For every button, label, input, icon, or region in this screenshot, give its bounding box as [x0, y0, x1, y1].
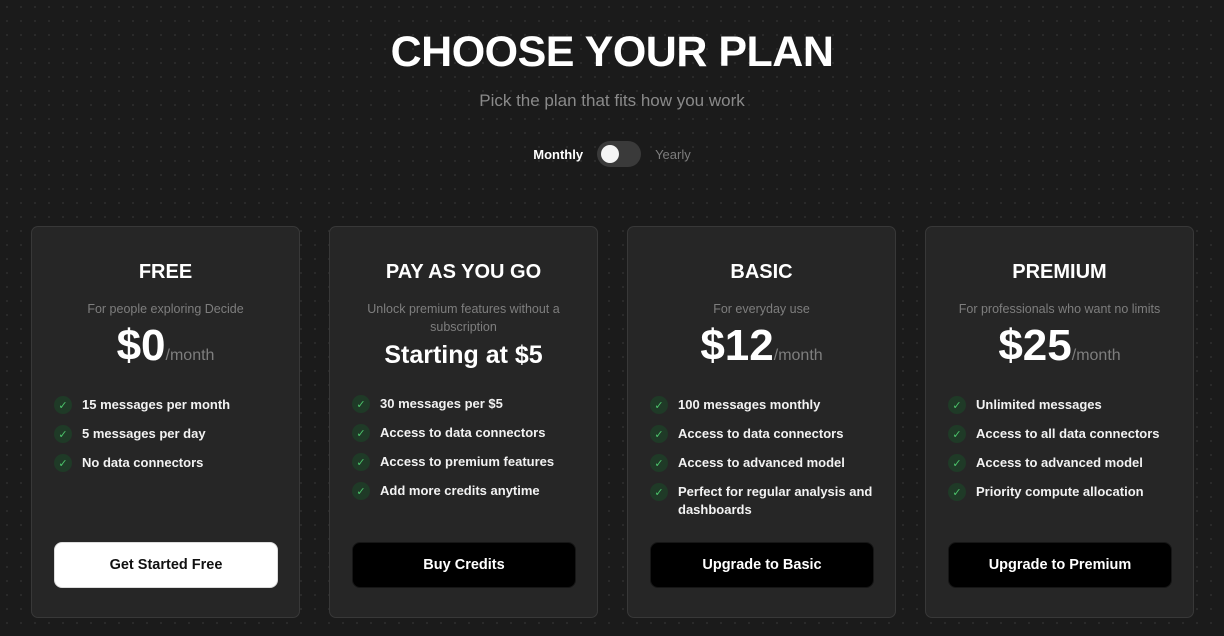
feature-list: ✓ 15 messages per month ✓ 5 messages per d… — [54, 396, 281, 483]
feature-item: ✓ No data connectors — [54, 454, 281, 472]
plan-card-free: FREE For people exploring Decide $0/mont… — [31, 226, 300, 618]
feature-text: Unlimited messages — [976, 397, 1102, 412]
feature-item: ✓ Perfect for regular analysis and dashbo… — [650, 483, 877, 519]
check-icon: ✓ — [948, 396, 966, 414]
toggle-knob — [601, 145, 620, 163]
feature-list: ✓ 100 messages monthly ✓ Access to data co… — [650, 396, 877, 530]
feature-text: Add more credits anytime — [380, 483, 540, 498]
plan-price: $12/month — [628, 321, 895, 371]
feature-text: Priority compute allocation — [976, 484, 1144, 499]
price-amount: $12 — [700, 321, 774, 370]
plan-price: $25/month — [926, 321, 1193, 371]
check-icon: ✓ — [650, 396, 668, 414]
feature-item: ✓ Access to all data connectors — [948, 425, 1175, 443]
price-period: /month — [773, 347, 823, 364]
billing-period-switch: Monthly Yearly — [0, 141, 1224, 167]
check-icon: ✓ — [948, 425, 966, 443]
plan-name: PREMIUM — [1012, 261, 1107, 283]
feature-text: No data connectors — [82, 455, 204, 470]
check-icon: ✓ — [54, 396, 72, 414]
feature-item: ✓ Access to data connectors — [650, 425, 877, 443]
feature-text: 100 messages monthly — [678, 397, 821, 412]
price-amount: $25 — [998, 321, 1072, 370]
plan-description: Unlock premium features without a subscr… — [367, 302, 560, 334]
plan-card-basic: BASIC For everyday use $12/month ✓ 100 me… — [627, 226, 896, 618]
plan-description: For professionals who want no limits — [958, 302, 1161, 316]
check-icon: ✓ — [352, 395, 370, 413]
feature-list: ✓ Unlimited messages ✓ Access to all data … — [948, 396, 1175, 512]
billing-toggle[interactable] — [597, 141, 642, 167]
plan-description: For everyday use — [713, 302, 810, 316]
feature-item: ✓ Access to data connectors — [352, 424, 579, 442]
page-subtitle: Pick the plan that fits how you work — [479, 91, 745, 110]
check-icon: ✓ — [650, 425, 668, 443]
plan-price: $0/month — [32, 321, 299, 371]
feature-item: ✓ Add more credits anytime — [352, 482, 579, 500]
pricing-page: CHOOSE YOUR PLAN Pick the plan that fits… — [0, 0, 1224, 636]
plan-description: For people exploring Decide — [87, 302, 244, 316]
plan-card-premium: PREMIUM For professionals who want no li… — [925, 226, 1194, 618]
plan-price: Starting at $5 — [330, 341, 597, 370]
price-amount: Starting at $5 — [384, 341, 543, 369]
feature-text: Access to data connectors — [380, 425, 546, 440]
plan-card-pay-as-you-go: PAY AS YOU GO Unlock premium features wi… — [329, 226, 598, 618]
feature-item: ✓ Access to premium features — [352, 453, 579, 471]
feature-item: ✓ Access to advanced model — [650, 454, 877, 472]
get-started-free-button[interactable]: Get Started Free — [54, 542, 278, 588]
plan-name: BASIC — [730, 261, 793, 283]
feature-item: ✓ Access to advanced model — [948, 454, 1175, 472]
feature-text: Access to data connectors — [678, 426, 844, 441]
plan-name: FREE — [138, 261, 193, 283]
check-icon: ✓ — [650, 454, 668, 472]
feature-item: ✓ 30 messages per $5 — [352, 395, 579, 413]
price-amount: $0 — [116, 321, 166, 370]
feature-text: Access to advanced model — [678, 455, 845, 470]
price-period: /month — [1071, 347, 1121, 364]
feature-text: Access to all data connectors — [976, 426, 1160, 441]
billing-monthly-label[interactable]: Monthly — [533, 147, 583, 162]
feature-item: ✓ 15 messages per month — [54, 396, 281, 414]
buy-credits-button[interactable]: Buy Credits — [352, 542, 576, 588]
feature-item: ✓ 100 messages monthly — [650, 396, 877, 414]
check-icon: ✓ — [650, 483, 668, 501]
check-icon: ✓ — [54, 454, 72, 472]
check-icon: ✓ — [948, 483, 966, 501]
feature-text: Access to premium features — [380, 454, 555, 469]
check-icon: ✓ — [54, 425, 72, 443]
price-period: /month — [165, 347, 215, 364]
feature-item: ✓ Unlimited messages — [948, 396, 1175, 414]
check-icon: ✓ — [352, 424, 370, 442]
upgrade-to-premium-button[interactable]: Upgrade to Premium — [948, 542, 1172, 588]
upgrade-to-basic-button[interactable]: Upgrade to Basic — [650, 542, 874, 588]
billing-yearly-label[interactable]: Yearly — [655, 147, 691, 162]
plan-cards: FREE For people exploring Decide $0/mont… — [31, 226, 1194, 618]
feature-item: ✓ 5 messages per day — [54, 425, 281, 443]
check-icon: ✓ — [948, 454, 966, 472]
feature-text: 30 messages per $5 — [380, 396, 503, 411]
feature-text: Perfect for regular analysis and dashboa… — [678, 484, 873, 517]
plan-name: PAY AS YOU GO — [385, 261, 542, 283]
feature-item: ✓ Priority compute allocation — [948, 483, 1175, 501]
feature-text: 15 messages per month — [82, 397, 231, 412]
page-title: CHOOSE YOUR PLAN — [390, 28, 834, 76]
feature-list: ✓ 30 messages per $5 ✓ Access to data conn… — [352, 395, 579, 511]
check-icon: ✓ — [352, 482, 370, 500]
check-icon: ✓ — [352, 453, 370, 471]
feature-text: 5 messages per day — [82, 426, 206, 441]
feature-text: Access to advanced model — [976, 455, 1143, 470]
